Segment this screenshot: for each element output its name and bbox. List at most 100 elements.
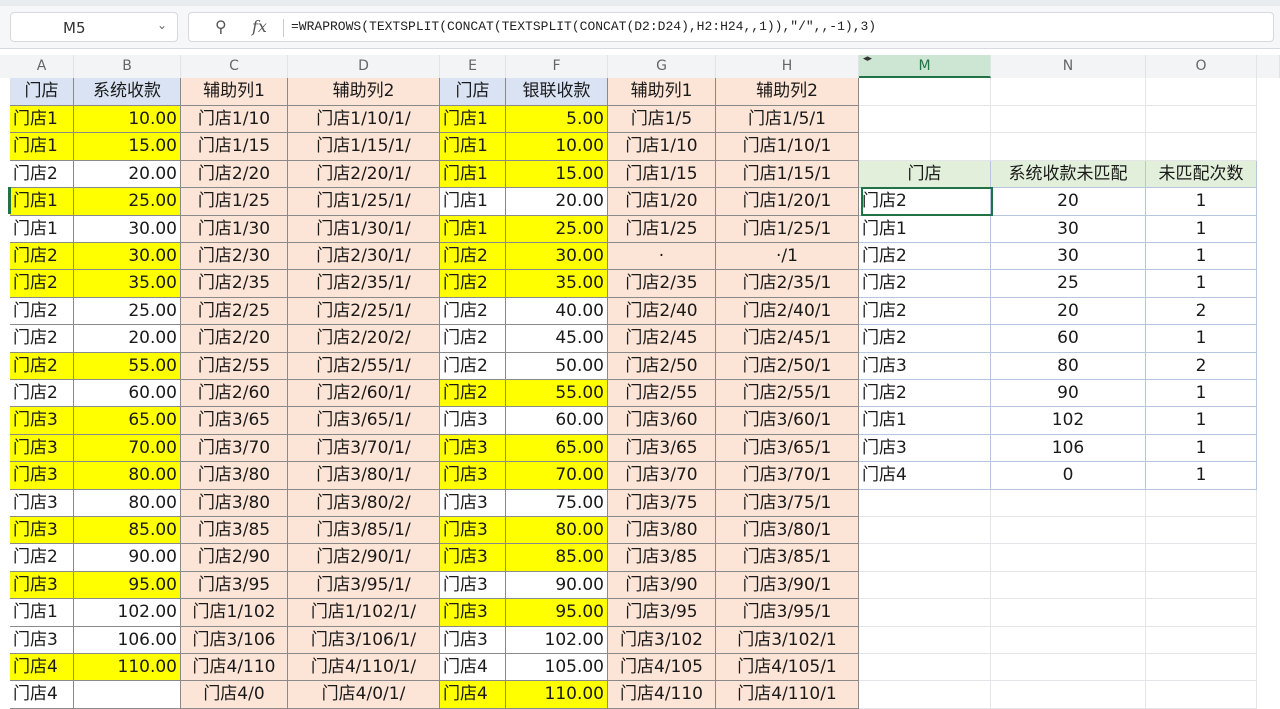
helper1-cell[interactable]: 门店2/50 — [608, 352, 716, 380]
result-cell[interactable]: 0 — [991, 462, 1146, 490]
empty-cell[interactable] — [859, 681, 991, 709]
store-cell[interactable]: 门店1 — [440, 133, 506, 161]
helper1-cell[interactable]: 门店3/70 — [181, 434, 288, 463]
helper1-cell[interactable]: 门店4/0 — [181, 681, 288, 709]
result-cell[interactable]: 1 — [1146, 188, 1257, 216]
result-cell[interactable]: 20 — [991, 297, 1146, 326]
store-cell[interactable]: 门店1 — [10, 133, 74, 161]
result-cell[interactable]: 1 — [1146, 270, 1257, 298]
system-amount-cell[interactable]: 70.00 — [74, 434, 181, 463]
store-cell[interactable]: 门店3 — [440, 517, 506, 545]
result-cell[interactable]: 60 — [991, 325, 1146, 353]
result-cell[interactable]: 90 — [991, 380, 1146, 408]
helper2-cell[interactable]: 门店3/106/1/ — [288, 626, 440, 654]
store-cell[interactable]: 门店2 — [10, 160, 74, 189]
empty-cell[interactable] — [991, 133, 1146, 161]
unionpay-amount-cell[interactable]: 110.00 — [506, 681, 608, 709]
result-cell[interactable]: 1 — [1146, 325, 1257, 353]
system-amount-cell[interactable]: 106.00 — [74, 626, 181, 654]
table-header-cell[interactable]: 系统收款 — [74, 78, 181, 106]
unionpay-amount-cell[interactable]: 25.00 — [506, 215, 608, 243]
helper1-cell[interactable]: 门店3/102 — [608, 626, 716, 654]
helper1-cell[interactable]: 门店1/25 — [608, 215, 716, 243]
helper2-cell[interactable]: 门店2/40/1 — [716, 297, 859, 326]
system-amount-cell[interactable]: 20.00 — [74, 160, 181, 189]
result-cell[interactable]: 门店1 — [859, 215, 991, 243]
store-cell[interactable]: 门店2 — [10, 243, 74, 271]
system-amount-cell[interactable]: 85.00 — [74, 517, 181, 545]
formula-input[interactable]: ⚲ fx =WRAPROWS(TEXTSPLIT(CONCAT(TEXTSPLI… — [188, 12, 1274, 42]
result-cell[interactable]: 102 — [991, 407, 1146, 435]
helper2-cell[interactable]: 门店4/110/1/ — [288, 654, 440, 682]
unionpay-amount-cell[interactable]: 80.00 — [506, 517, 608, 545]
empty-cell[interactable] — [1146, 599, 1257, 627]
unionpay-amount-cell[interactable]: 40.00 — [506, 297, 608, 326]
result-cell[interactable]: 80 — [991, 352, 1146, 380]
helper2-cell[interactable]: 门店3/85/1 — [716, 544, 859, 572]
empty-cell[interactable] — [991, 489, 1146, 517]
helper2-cell[interactable]: 门店1/15/1/ — [288, 133, 440, 161]
unionpay-amount-cell[interactable]: 95.00 — [506, 599, 608, 627]
result-cell[interactable]: 1 — [1146, 243, 1257, 271]
empty-cell[interactable] — [1146, 489, 1257, 517]
helper2-cell[interactable]: 门店3/95/1 — [716, 599, 859, 627]
system-amount-cell[interactable]: 30.00 — [74, 215, 181, 243]
empty-cell[interactable] — [1146, 133, 1257, 161]
helper1-cell[interactable]: 门店1/15 — [181, 133, 288, 161]
helper1-cell[interactable]: 门店4/110 — [181, 654, 288, 682]
column-header-h[interactable]: H — [716, 55, 859, 78]
store-cell[interactable]: 门店3 — [440, 599, 506, 627]
helper1-cell[interactable]: 门店3/85 — [608, 544, 716, 572]
result-cell[interactable]: 门店2 — [859, 325, 991, 353]
empty-cell[interactable] — [1146, 517, 1257, 545]
empty-cell[interactable] — [859, 517, 991, 545]
column-header-a[interactable]: A — [10, 55, 74, 78]
unionpay-amount-cell[interactable]: 102.00 — [506, 626, 608, 654]
result-header-cell[interactable]: 系统收款未匹配 — [991, 160, 1146, 189]
helper2-cell[interactable]: 门店2/55/1 — [716, 380, 859, 408]
store-cell[interactable]: 门店2 — [440, 380, 506, 408]
column-header-o[interactable]: O — [1146, 55, 1257, 78]
store-cell[interactable]: 门店2 — [440, 297, 506, 326]
helper2-cell[interactable]: 门店2/20/2/ — [288, 325, 440, 353]
empty-cell[interactable] — [859, 106, 991, 134]
system-amount-cell[interactable]: 30.00 — [74, 243, 181, 271]
system-amount-cell[interactable]: 20.00 — [74, 325, 181, 353]
table-header-cell[interactable]: 辅助列2 — [288, 78, 440, 106]
store-cell[interactable]: 门店2 — [440, 352, 506, 380]
store-cell[interactable]: 门店3 — [10, 462, 74, 490]
helper2-cell[interactable]: 门店2/55/1/ — [288, 352, 440, 380]
empty-cell[interactable] — [991, 544, 1146, 572]
result-cell[interactable]: 门店3 — [859, 434, 991, 463]
helper1-cell[interactable]: 门店2/90 — [181, 544, 288, 572]
store-cell[interactable]: 门店1 — [10, 599, 74, 627]
helper1-cell[interactable]: 门店4/110 — [608, 681, 716, 709]
store-cell[interactable]: 门店3 — [10, 407, 74, 435]
store-cell[interactable]: 门店2 — [440, 270, 506, 298]
result-header-cell[interactable]: 门店 — [859, 160, 991, 189]
helper2-cell[interactable]: 门店3/80/1 — [716, 517, 859, 545]
system-amount-cell[interactable]: 25.00 — [74, 188, 181, 216]
helper1-cell[interactable]: 门店2/60 — [181, 380, 288, 408]
unionpay-amount-cell[interactable]: 15.00 — [506, 160, 608, 189]
helper1-cell[interactable]: 门店1/10 — [608, 133, 716, 161]
helper1-cell[interactable]: 门店2/20 — [181, 160, 288, 189]
helper1-cell[interactable]: 门店3/80 — [608, 517, 716, 545]
result-cell[interactable]: 30 — [991, 243, 1146, 271]
store-cell[interactable]: 门店2 — [10, 352, 74, 380]
store-cell[interactable]: 门店1 — [10, 106, 74, 134]
store-cell[interactable]: 门店3 — [440, 544, 506, 572]
helper2-cell[interactable]: 门店2/30/1/ — [288, 243, 440, 271]
helper2-cell[interactable]: 门店3/85/1/ — [288, 517, 440, 545]
table-header-cell[interactable]: 辅助列2 — [716, 78, 859, 106]
column-header-n[interactable]: N — [991, 55, 1146, 78]
store-cell[interactable]: 门店4 — [10, 654, 74, 682]
store-cell[interactable]: 门店2 — [10, 297, 74, 326]
store-cell[interactable]: 门店2 — [10, 544, 74, 572]
helper2-cell[interactable]: 门店3/90/1 — [716, 571, 859, 600]
empty-cell[interactable] — [991, 78, 1146, 106]
helper1-cell[interactable]: 门店1/102 — [181, 599, 288, 627]
helper1-cell[interactable]: 门店1/15 — [608, 160, 716, 189]
result-cell[interactable]: 30 — [991, 215, 1146, 243]
empty-cell[interactable] — [991, 106, 1146, 134]
